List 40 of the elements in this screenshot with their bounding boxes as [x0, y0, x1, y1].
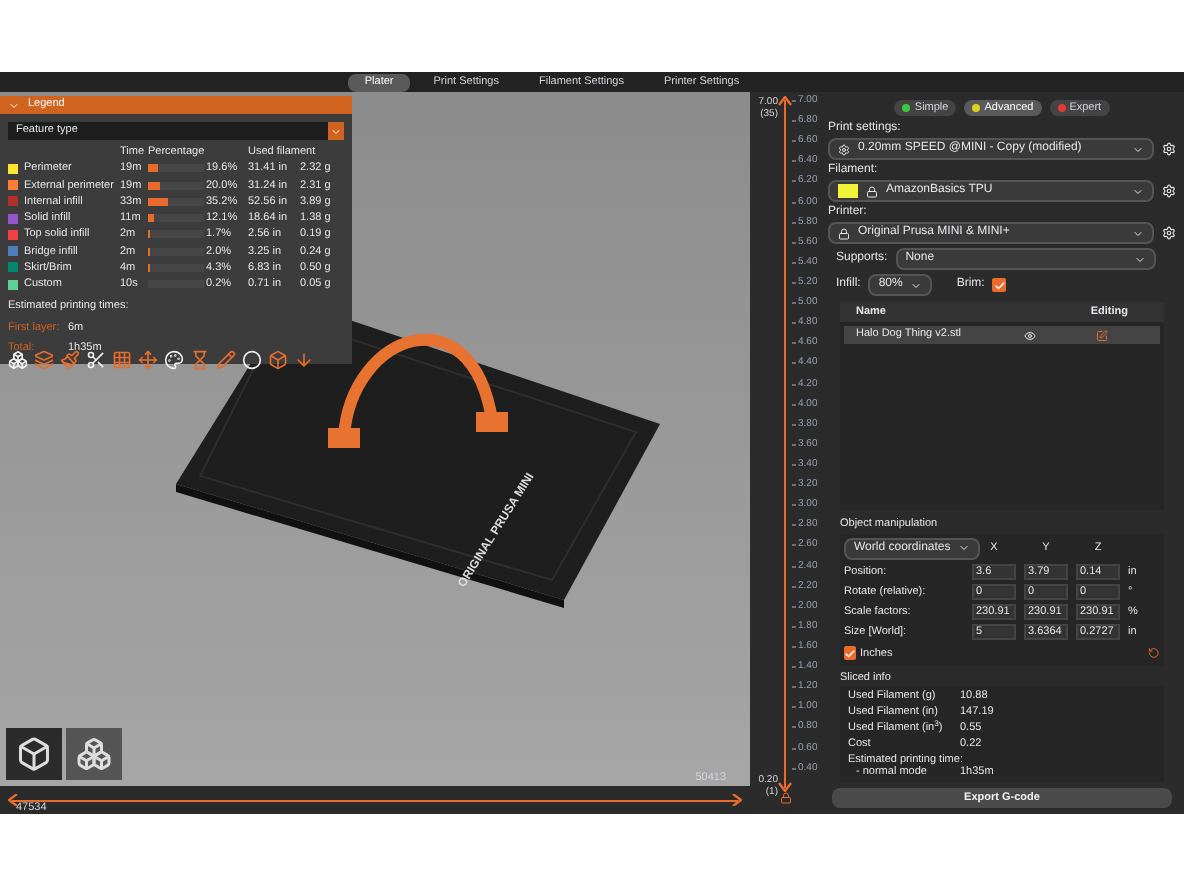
3d-viewport[interactable] — [0, 92, 750, 786]
settings-icon[interactable] — [1162, 184, 1176, 198]
lock-icon — [866, 185, 878, 197]
view-cube-icon[interactable] — [6, 728, 62, 780]
right-handle-icon[interactable] — [732, 794, 742, 806]
chevron-icon — [1132, 185, 1144, 197]
chevron-icon — [910, 279, 923, 291]
edit-icon[interactable] — [1096, 329, 1108, 341]
circle-icon[interactable] — [240, 348, 262, 370]
lock-icon[interactable] — [779, 792, 791, 804]
settings-icon[interactable] — [1162, 142, 1176, 156]
horizontal-slider[interactable] — [8, 794, 742, 806]
checkbox[interactable] — [992, 278, 1007, 292]
vertical-slider[interactable] — [778, 96, 792, 792]
chevron-icon — [1132, 143, 1144, 155]
reset-icon[interactable] — [1148, 646, 1160, 661]
layers-icon[interactable] — [32, 348, 54, 370]
cube-icon[interactable] — [266, 348, 288, 370]
gear-icon — [838, 143, 850, 155]
bottom-handle-icon[interactable] — [778, 782, 792, 792]
chevron-icon — [958, 542, 971, 554]
boxes-icon[interactable] — [6, 348, 28, 370]
pencil-icon[interactable] — [214, 348, 236, 370]
chevron-icon — [330, 125, 342, 137]
layers-view-icon[interactable] — [66, 728, 122, 780]
palette-icon[interactable] — [162, 348, 184, 370]
eye-icon[interactable] — [1024, 329, 1036, 341]
top-handle-icon[interactable] — [778, 96, 792, 106]
chevron-icon — [1134, 253, 1146, 265]
down-arrow-icon[interactable] — [292, 348, 314, 370]
settings-icon[interactable] — [1162, 226, 1176, 240]
scissors-icon[interactable] — [84, 348, 106, 370]
move-icon[interactable] — [136, 348, 158, 370]
lock-icon — [838, 227, 850, 239]
chevron-icon — [1132, 227, 1144, 239]
grid-icon[interactable] — [110, 348, 132, 370]
hourglass-icon[interactable] — [188, 348, 210, 370]
checkbox[interactable] — [844, 646, 856, 661]
brush-icon[interactable] — [58, 348, 80, 370]
left-handle-icon[interactable] — [8, 794, 18, 806]
